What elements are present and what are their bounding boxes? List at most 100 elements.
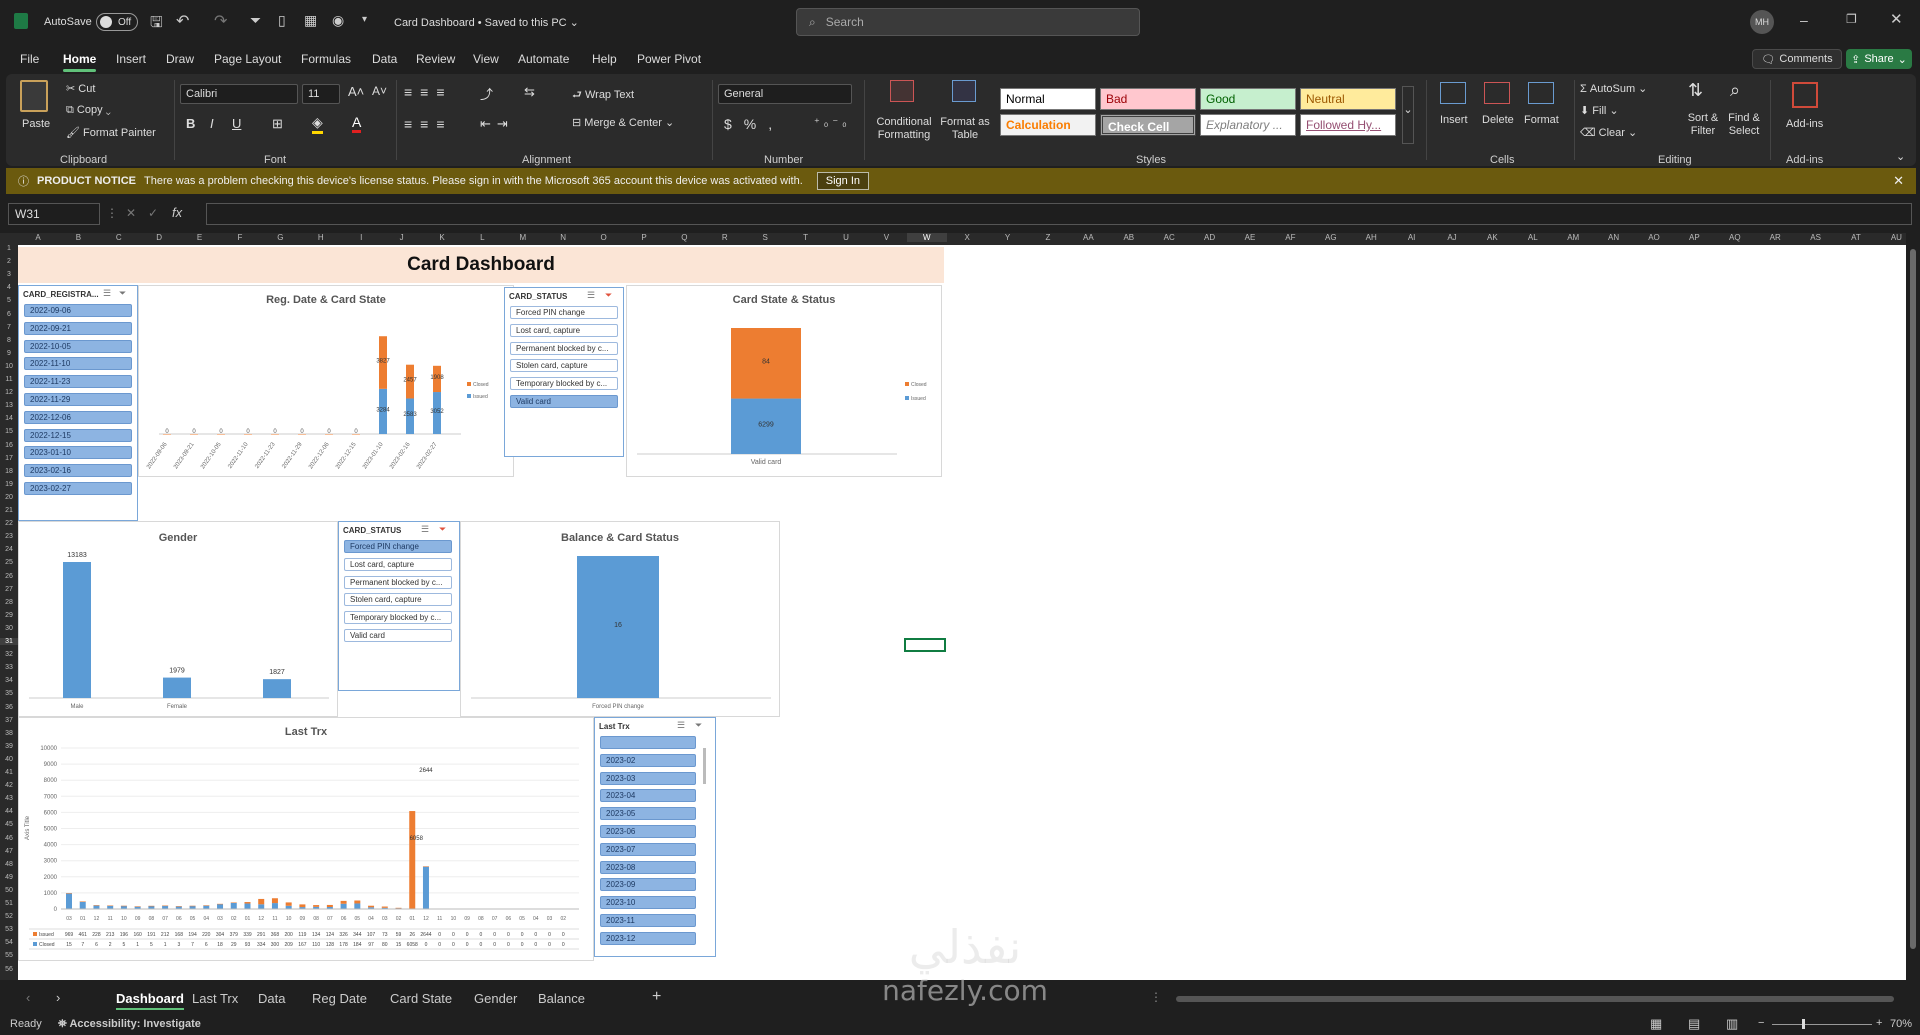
column-header[interactable]: AA <box>1068 233 1108 242</box>
row-header[interactable]: 43 <box>0 795 18 802</box>
row-header[interactable]: 8 <box>0 337 18 344</box>
column-header[interactable]: N <box>543 233 583 242</box>
search-box[interactable]: ⌕ Search <box>796 8 1140 36</box>
row-header[interactable]: 50 <box>0 887 18 894</box>
clear-filter-icon[interactable]: ⏷ <box>439 524 446 535</box>
column-header[interactable]: AG <box>1311 233 1351 242</box>
zoom-in-icon[interactable]: + <box>1876 1017 1882 1029</box>
row-header[interactable]: 19 <box>0 481 18 488</box>
slicer-item[interactable]: 2023-02-16 <box>24 464 132 478</box>
slicer-item[interactable]: Forced PIN change <box>344 540 452 553</box>
tab-insert[interactable]: Insert <box>116 52 146 66</box>
column-header[interactable]: X <box>947 233 987 242</box>
row-header[interactable]: 14 <box>0 415 18 422</box>
column-header[interactable]: M <box>503 233 543 242</box>
enter-icon[interactable]: ✓ <box>148 206 158 220</box>
sheet-tab[interactable]: Gender <box>474 991 517 1006</box>
style-check-cell[interactable]: Check Cell <box>1100 114 1196 136</box>
column-header[interactable]: G <box>260 233 300 242</box>
row-header[interactable]: 6 <box>0 311 18 318</box>
sheet-tab[interactable]: Last Trx <box>192 991 238 1006</box>
slicer-item[interactable] <box>600 736 696 749</box>
slicer-item[interactable]: 2022-12-15 <box>24 428 132 442</box>
orientation-icon[interactable]: ⤴ <box>480 84 493 103</box>
slicer-item[interactable]: 2023-11 <box>600 914 696 927</box>
column-header[interactable]: R <box>705 233 745 242</box>
column-header[interactable]: B <box>58 233 98 242</box>
zoom-level[interactable]: 70% <box>1890 1018 1912 1030</box>
row-header[interactable]: 1 <box>0 245 18 252</box>
row-header[interactable]: 35 <box>0 690 18 697</box>
row-header[interactable]: 3 <box>0 271 18 278</box>
wrap-text-button[interactable]: ⮐ Wrap Text <box>572 86 634 105</box>
slicer-item[interactable]: Permanent blocked by c... <box>344 575 452 589</box>
row-header[interactable]: 45 <box>0 821 18 828</box>
style-neutral[interactable]: Neutral <box>1300 88 1396 110</box>
insert-cells-icon[interactable] <box>1440 82 1466 104</box>
row-header[interactable]: 31 <box>0 638 18 645</box>
formula-input[interactable] <box>206 203 1912 225</box>
find-select-button[interactable]: Find & Select <box>1722 112 1766 138</box>
row-header[interactable]: 46 <box>0 835 18 842</box>
slicer-item[interactable]: 2023-09 <box>600 878 696 892</box>
column-header[interactable]: AE <box>1230 233 1270 242</box>
column-header[interactable]: W <box>906 233 947 242</box>
column-header[interactable]: S <box>745 233 785 242</box>
slicer-item[interactable]: 2023-04 <box>600 789 696 803</box>
format-as-table-button[interactable]: Format as Table <box>938 116 992 142</box>
collapse-ribbon-icon[interactable]: ⌄ <box>1896 150 1905 163</box>
slicer-item[interactable]: 2022-09-21 <box>24 321 132 335</box>
row-header[interactable]: 23 <box>0 533 18 540</box>
tab-page-layout[interactable]: Page Layout <box>214 52 281 66</box>
row-header[interactable]: 55 <box>0 952 18 959</box>
chart-gender[interactable]: Gender 13183 Male 1979 Female 1827 <box>18 521 338 717</box>
slicer-item[interactable]: Forced PIN change <box>510 306 618 319</box>
close-icon[interactable]: ✕ <box>1893 173 1904 189</box>
slicer-item[interactable]: Temporary blocked by c... <box>344 611 452 625</box>
chart-last-trx[interactable]: Last Trx 10000 9000 8000 7000 6000 5000 4000 30… <box>18 717 594 961</box>
style-good[interactable]: Good <box>1200 88 1296 110</box>
style-bad[interactable]: Bad <box>1100 88 1196 110</box>
slicer-card-status-1[interactable]: CARD_STATUS ☰ ⏷ Forced PIN change Lost ca… <box>504 287 624 457</box>
row-header[interactable]: 11 <box>0 376 18 383</box>
chart-reg-date-card-state[interactable]: Reg. Date & Card State 0 2022-09-06 0 2023-… <box>138 285 514 477</box>
slicer-item[interactable]: 2022-10-05 <box>24 339 132 353</box>
format-table-icon[interactable] <box>952 80 976 102</box>
prev-sheet-icon[interactable]: ‹ <box>26 990 30 1005</box>
row-header[interactable]: 2 <box>0 258 18 265</box>
sheet-tab[interactable]: Balance <box>538 991 585 1006</box>
column-header[interactable]: I <box>341 233 381 242</box>
row-header[interactable]: 17 <box>0 455 18 462</box>
tab-split-icon[interactable]: ⋮ <box>1150 990 1162 1004</box>
styles-more-icon[interactable]: ⌄ <box>1402 86 1414 144</box>
column-header[interactable]: AL <box>1513 233 1553 242</box>
row-header[interactable]: 32 <box>0 651 18 658</box>
slicer-item[interactable]: Permanent blocked by c... <box>510 341 618 355</box>
tab-data[interactable]: Data <box>372 52 397 66</box>
vertical-align-icons[interactable]: ≡≡≡ <box>404 84 453 100</box>
underline-button[interactable]: U <box>232 116 241 131</box>
clear-filter-icon[interactable]: ⏷ <box>695 720 702 731</box>
row-header[interactable]: 30 <box>0 625 18 632</box>
bold-button[interactable]: B <box>186 116 195 131</box>
next-sheet-icon[interactable]: › <box>56 990 60 1005</box>
slicer-scrollbar[interactable] <box>703 748 706 784</box>
row-header[interactable]: 54 <box>0 939 18 946</box>
minimize-icon[interactable]: – <box>1800 12 1808 28</box>
tab-review[interactable]: Review <box>416 52 455 66</box>
new-file-icon[interactable]: ▯ <box>278 12 286 29</box>
avatar[interactable]: MH <box>1750 10 1774 34</box>
column-header[interactable]: A <box>18 233 58 242</box>
autosave-toggle[interactable]: Off <box>96 13 138 31</box>
tab-help[interactable]: Help <box>592 52 617 66</box>
normal-view-icon[interactable]: ▦ <box>1650 1016 1662 1032</box>
column-header[interactable]: D <box>139 233 179 242</box>
fill-button[interactable]: ⬇ Fill ⌄ <box>1580 104 1619 117</box>
row-header[interactable]: 5 <box>0 297 18 304</box>
row-header[interactable]: 10 <box>0 363 18 370</box>
redo-icon[interactable]: ↷ <box>214 11 227 31</box>
row-header[interactable]: 51 <box>0 900 18 907</box>
delete-cells-button[interactable]: Delete <box>1482 114 1514 126</box>
column-header[interactable]: AH <box>1351 233 1391 242</box>
column-header[interactable]: AO <box>1634 233 1674 242</box>
